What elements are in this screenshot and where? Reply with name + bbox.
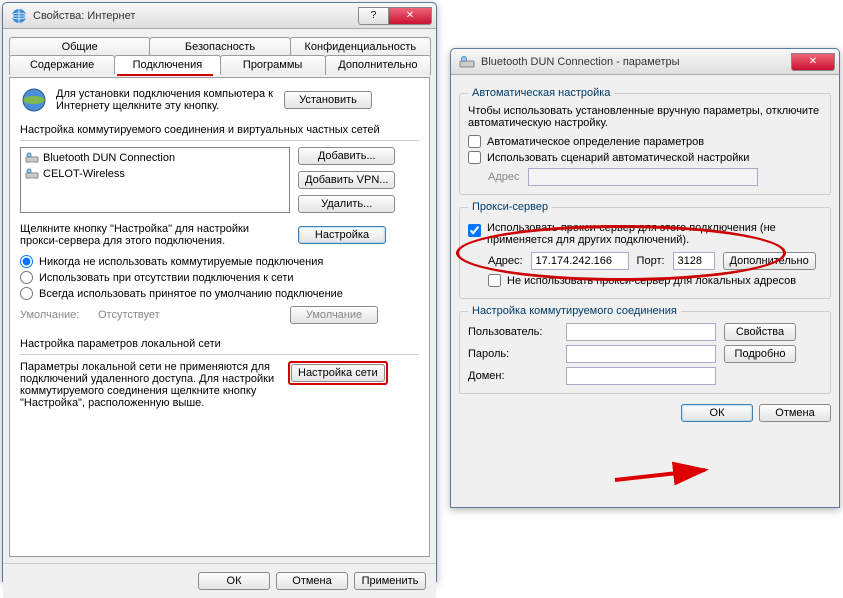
user-input[interactable] (566, 323, 716, 341)
close-button[interactable]: ✕ (791, 53, 835, 71)
proxy-legend: Прокси-сервер (468, 201, 552, 213)
connection-name: Bluetooth DUN Connection (43, 152, 175, 164)
connection-settings-window: Bluetooth DUN Connection - параметры ✕ А… (450, 48, 840, 508)
user-label: Пользователь: (468, 326, 558, 338)
list-item[interactable]: CELOT-Wireless (23, 166, 287, 182)
list-item[interactable]: Bluetooth DUN Connection (23, 150, 287, 166)
dial-section-label: Настройка коммутируемого соединения и ви… (20, 124, 419, 136)
proxy-port-label: Порт: (637, 255, 665, 267)
lan-hint: Параметры локальной сети не применяются … (20, 361, 280, 409)
password-input[interactable] (566, 345, 716, 363)
close-button[interactable]: ✕ (388, 7, 432, 25)
tabs-row-1: Общие Безопасность Конфиденциальность (9, 37, 430, 56)
tabs-row-2: Содержание Подключения Программы Дополни… (9, 55, 430, 75)
default-label: Умолчание: (20, 309, 90, 321)
proxy-address-label: Адрес: (488, 255, 523, 267)
tab-privacy[interactable]: Конфиденциальность (290, 37, 431, 56)
dialup-legend: Настройка коммутируемого соединения (468, 305, 681, 317)
proxy-group: Прокси-сервер Использовать прокси-сервер… (459, 201, 831, 299)
checkbox-auto-detect[interactable]: Автоматическое определение параметров (468, 135, 822, 148)
connection-name: CELOT-Wireless (43, 168, 125, 180)
dialog-buttons: ОК Отмена Применить (3, 563, 436, 598)
dialup-group: Настройка коммутируемого соединения Поль… (459, 305, 831, 394)
proxy-advanced-button[interactable]: Дополнительно (723, 252, 816, 270)
ok-button[interactable]: ОК (198, 572, 270, 590)
ok-button[interactable]: ОК (681, 404, 753, 422)
checkbox-use-proxy[interactable]: Использовать прокси-сервер для этого под… (468, 222, 822, 246)
checkbox-bypass-local[interactable]: Не использовать прокси-сервер для локаль… (488, 274, 822, 287)
connection-icon (459, 54, 475, 70)
domain-label: Домен: (468, 370, 558, 382)
properties-button[interactable]: Свойства (724, 323, 796, 341)
window-title: Свойства: Интернет (33, 10, 358, 22)
cancel-button[interactable]: Отмена (759, 404, 831, 422)
remove-button[interactable]: Удалить... (298, 195, 395, 213)
add-button[interactable]: Добавить... (298, 147, 395, 165)
script-address-input (528, 168, 758, 186)
auto-legend: Автоматическая настройка (468, 87, 614, 99)
connections-listbox[interactable]: Bluetooth DUN Connection CELOT-Wireless (20, 147, 290, 213)
domain-input[interactable] (566, 367, 716, 385)
password-label: Пароль: (468, 348, 558, 360)
highlight-box: Настройка сети (288, 361, 388, 385)
active-tab-underline (117, 74, 213, 76)
install-button[interactable]: Установить (284, 91, 372, 109)
window-title: Bluetooth DUN Connection - параметры (481, 56, 791, 68)
default-value: Отсутствует (98, 309, 282, 321)
add-vpn-button[interactable]: Добавить VPN... (298, 171, 395, 189)
help-button[interactable]: ? (358, 7, 388, 25)
tab-connections[interactable]: Подключения (114, 55, 220, 75)
tab-general[interactable]: Общие (9, 37, 150, 56)
script-address-label: Адрес (488, 171, 520, 183)
connection-icon (25, 167, 39, 181)
proxy-port-input[interactable] (673, 252, 715, 270)
tab-security[interactable]: Безопасность (149, 37, 290, 56)
install-text: Для установки подключения компьютера к И… (56, 88, 276, 112)
internet-icon (11, 8, 27, 24)
settings-hint: Щелкните кнопку "Настройка" для настройк… (20, 223, 290, 247)
titlebar: Bluetooth DUN Connection - параметры ✕ (451, 49, 839, 75)
globe-icon (20, 86, 48, 114)
tab-advanced[interactable]: Дополнительно (325, 55, 431, 75)
cancel-button[interactable]: Отмена (276, 572, 348, 590)
checkbox-use-script[interactable]: Использовать сценарий автоматической нас… (468, 151, 822, 164)
tab-programs[interactable]: Программы (220, 55, 326, 75)
lan-settings-button[interactable]: Настройка сети (291, 364, 385, 382)
auto-config-group: Автоматическая настройка Чтобы использов… (459, 87, 831, 195)
internet-properties-window: Свойства: Интернет ? ✕ Общие Безопасност… (2, 2, 437, 582)
auto-text: Чтобы использовать установленные вручную… (468, 105, 822, 129)
default-button: Умолчание (290, 306, 378, 324)
apply-button[interactable]: Применить (354, 572, 426, 590)
connection-icon (25, 151, 39, 165)
radio-always[interactable]: Всегда использовать принятое по умолчани… (20, 287, 419, 300)
titlebar: Свойства: Интернет ? ✕ (3, 3, 436, 29)
radio-never[interactable]: Никогда не использовать коммутируемые по… (20, 255, 419, 268)
dialog-body: Автоматическая настройка Чтобы использов… (451, 75, 839, 428)
radio-absent[interactable]: Использовать при отсутствии подключения … (20, 271, 419, 284)
proxy-address-input[interactable] (531, 252, 629, 270)
lan-section-label: Настройка параметров локальной сети (20, 338, 419, 350)
connections-panel: Для установки подключения компьютера к И… (9, 77, 430, 557)
settings-button[interactable]: Настройка (298, 226, 386, 244)
tab-content[interactable]: Содержание (9, 55, 115, 75)
more-button[interactable]: Подробно (724, 345, 796, 363)
